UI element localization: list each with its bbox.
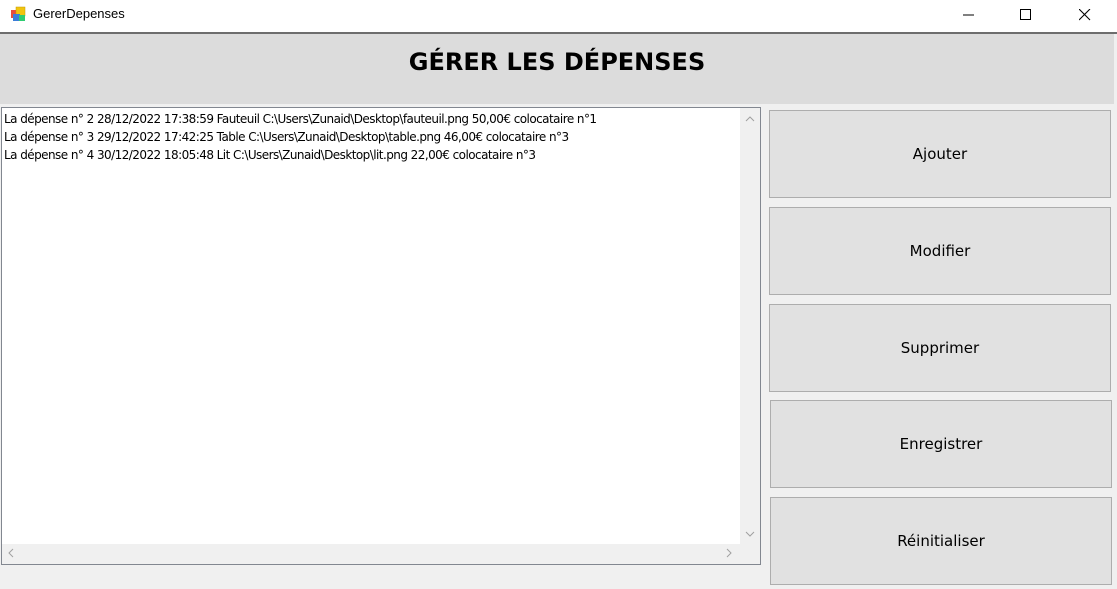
list-item[interactable]: La dépense n° 4 30/12/2022 18:05:48 Lit … [4, 146, 739, 164]
list-item[interactable]: La dépense n° 3 29/12/2022 17:42:25 Tabl… [4, 128, 739, 146]
close-icon[interactable] [1062, 0, 1108, 30]
list-item[interactable]: La dépense n° 2 28/12/2022 17:38:59 Faut… [4, 110, 739, 128]
scroll-corner [740, 544, 760, 564]
scroll-up-icon[interactable] [745, 113, 755, 124]
header-panel: GÉRER LES DÉPENSES [0, 34, 1114, 104]
window-title: GererDepenses [33, 6, 125, 21]
minimize-icon[interactable] [946, 0, 992, 30]
reinitialiser-button[interactable]: Réinitialiser [770, 497, 1112, 585]
supprimer-button[interactable]: Supprimer [769, 304, 1111, 392]
page-title: GÉRER LES DÉPENSES [408, 48, 706, 76]
maximize-icon[interactable] [1003, 0, 1049, 30]
modifier-button[interactable]: Modifier [769, 207, 1111, 295]
footer-strip [0, 568, 764, 587]
expenses-list[interactable]: La dépense n° 2 28/12/2022 17:38:59 Faut… [4, 110, 739, 164]
vertical-scrollbar[interactable] [740, 108, 760, 545]
enregistrer-button[interactable]: Enregistrer [770, 400, 1112, 488]
app-icon [10, 6, 26, 22]
window-titlebar[interactable]: GererDepenses [0, 0, 1117, 32]
scroll-down-icon[interactable] [745, 528, 755, 539]
horizontal-scrollbar[interactable] [2, 544, 741, 564]
ajouter-button[interactable]: Ajouter [769, 110, 1111, 198]
expenses-listbox[interactable]: La dépense n° 2 28/12/2022 17:38:59 Faut… [1, 107, 761, 565]
scroll-left-icon[interactable] [8, 548, 14, 560]
scroll-right-icon[interactable] [726, 548, 732, 560]
